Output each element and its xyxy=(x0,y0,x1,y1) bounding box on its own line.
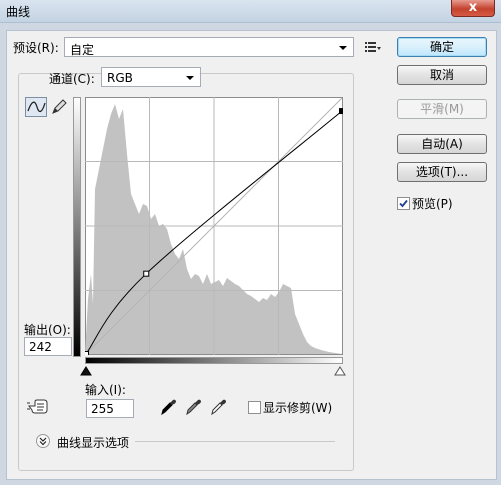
preset-options-glyph xyxy=(365,42,381,52)
input-gradient-bar xyxy=(85,357,343,364)
close-button[interactable]: x xyxy=(451,0,495,17)
show-clipping-label: 显示修剪(W) xyxy=(263,401,333,415)
black-point-slider-icon[interactable] xyxy=(80,366,92,376)
auto-button[interactable]: 自动(A) xyxy=(397,134,487,154)
output-gradient-bar xyxy=(73,97,81,357)
white-point-slider-icon[interactable] xyxy=(334,366,346,376)
curve-control-point[interactable] xyxy=(85,351,89,356)
preset-label: 预设(R): xyxy=(13,41,59,55)
curve-control-point[interactable] xyxy=(339,108,344,115)
targeted-adjustment-icon[interactable] xyxy=(26,397,50,417)
output-value: 242 xyxy=(29,340,52,354)
show-clipping-checkbox[interactable] xyxy=(248,401,261,414)
checkmark-icon xyxy=(399,199,408,208)
output-field[interactable]: 242 xyxy=(24,337,72,356)
channel-value: RGB xyxy=(107,71,133,85)
ok-button[interactable]: 确定 xyxy=(397,37,487,57)
input-label: 输入(I): xyxy=(85,383,126,397)
curve-control-point[interactable] xyxy=(143,270,150,277)
smooth-button[interactable]: 平滑(M) xyxy=(397,99,487,119)
input-value: 255 xyxy=(91,402,114,416)
cancel-button[interactable]: 取消 xyxy=(397,65,487,85)
black-point-eyedropper-icon[interactable] xyxy=(159,397,177,417)
preset-options-icon[interactable] xyxy=(362,37,384,57)
channel-label: 通道(C): xyxy=(49,72,95,86)
window-title: 曲线 xyxy=(6,5,31,19)
gray-point-eyedropper-icon[interactable] xyxy=(184,397,202,417)
input-field[interactable]: 255 xyxy=(86,399,134,418)
title-bar: 曲线 x xyxy=(0,0,501,23)
preview-label: 预览(P) xyxy=(412,197,453,211)
options-button[interactable]: 选项(T)... xyxy=(397,162,487,182)
chevron-down-icon xyxy=(339,46,347,50)
preview-checkbox[interactable] xyxy=(397,197,410,210)
pencil-glyph xyxy=(52,99,67,114)
preset-select[interactable]: 自定 xyxy=(64,37,354,57)
expand-chevron-icon[interactable] xyxy=(36,434,50,448)
output-label: 输出(O): xyxy=(24,323,71,337)
curves-dialog: 预设(R): 自定 确定 取消 平滑(M) 自动(A) 选项(T)... 预览(… xyxy=(6,30,497,480)
curve-point-tool-icon[interactable] xyxy=(25,97,47,117)
white-point-eyedropper-icon[interactable] xyxy=(209,397,227,417)
chevron-down-icon xyxy=(186,76,194,80)
curve-graph[interactable] xyxy=(85,97,343,355)
curve-display-options-label[interactable]: 曲线显示选项 xyxy=(57,434,129,451)
channel-select[interactable]: RGB xyxy=(101,67,201,87)
curve-point-glyph xyxy=(27,101,46,113)
preset-value: 自定 xyxy=(70,43,95,57)
divider xyxy=(135,441,335,442)
pencil-icon[interactable] xyxy=(49,97,71,117)
